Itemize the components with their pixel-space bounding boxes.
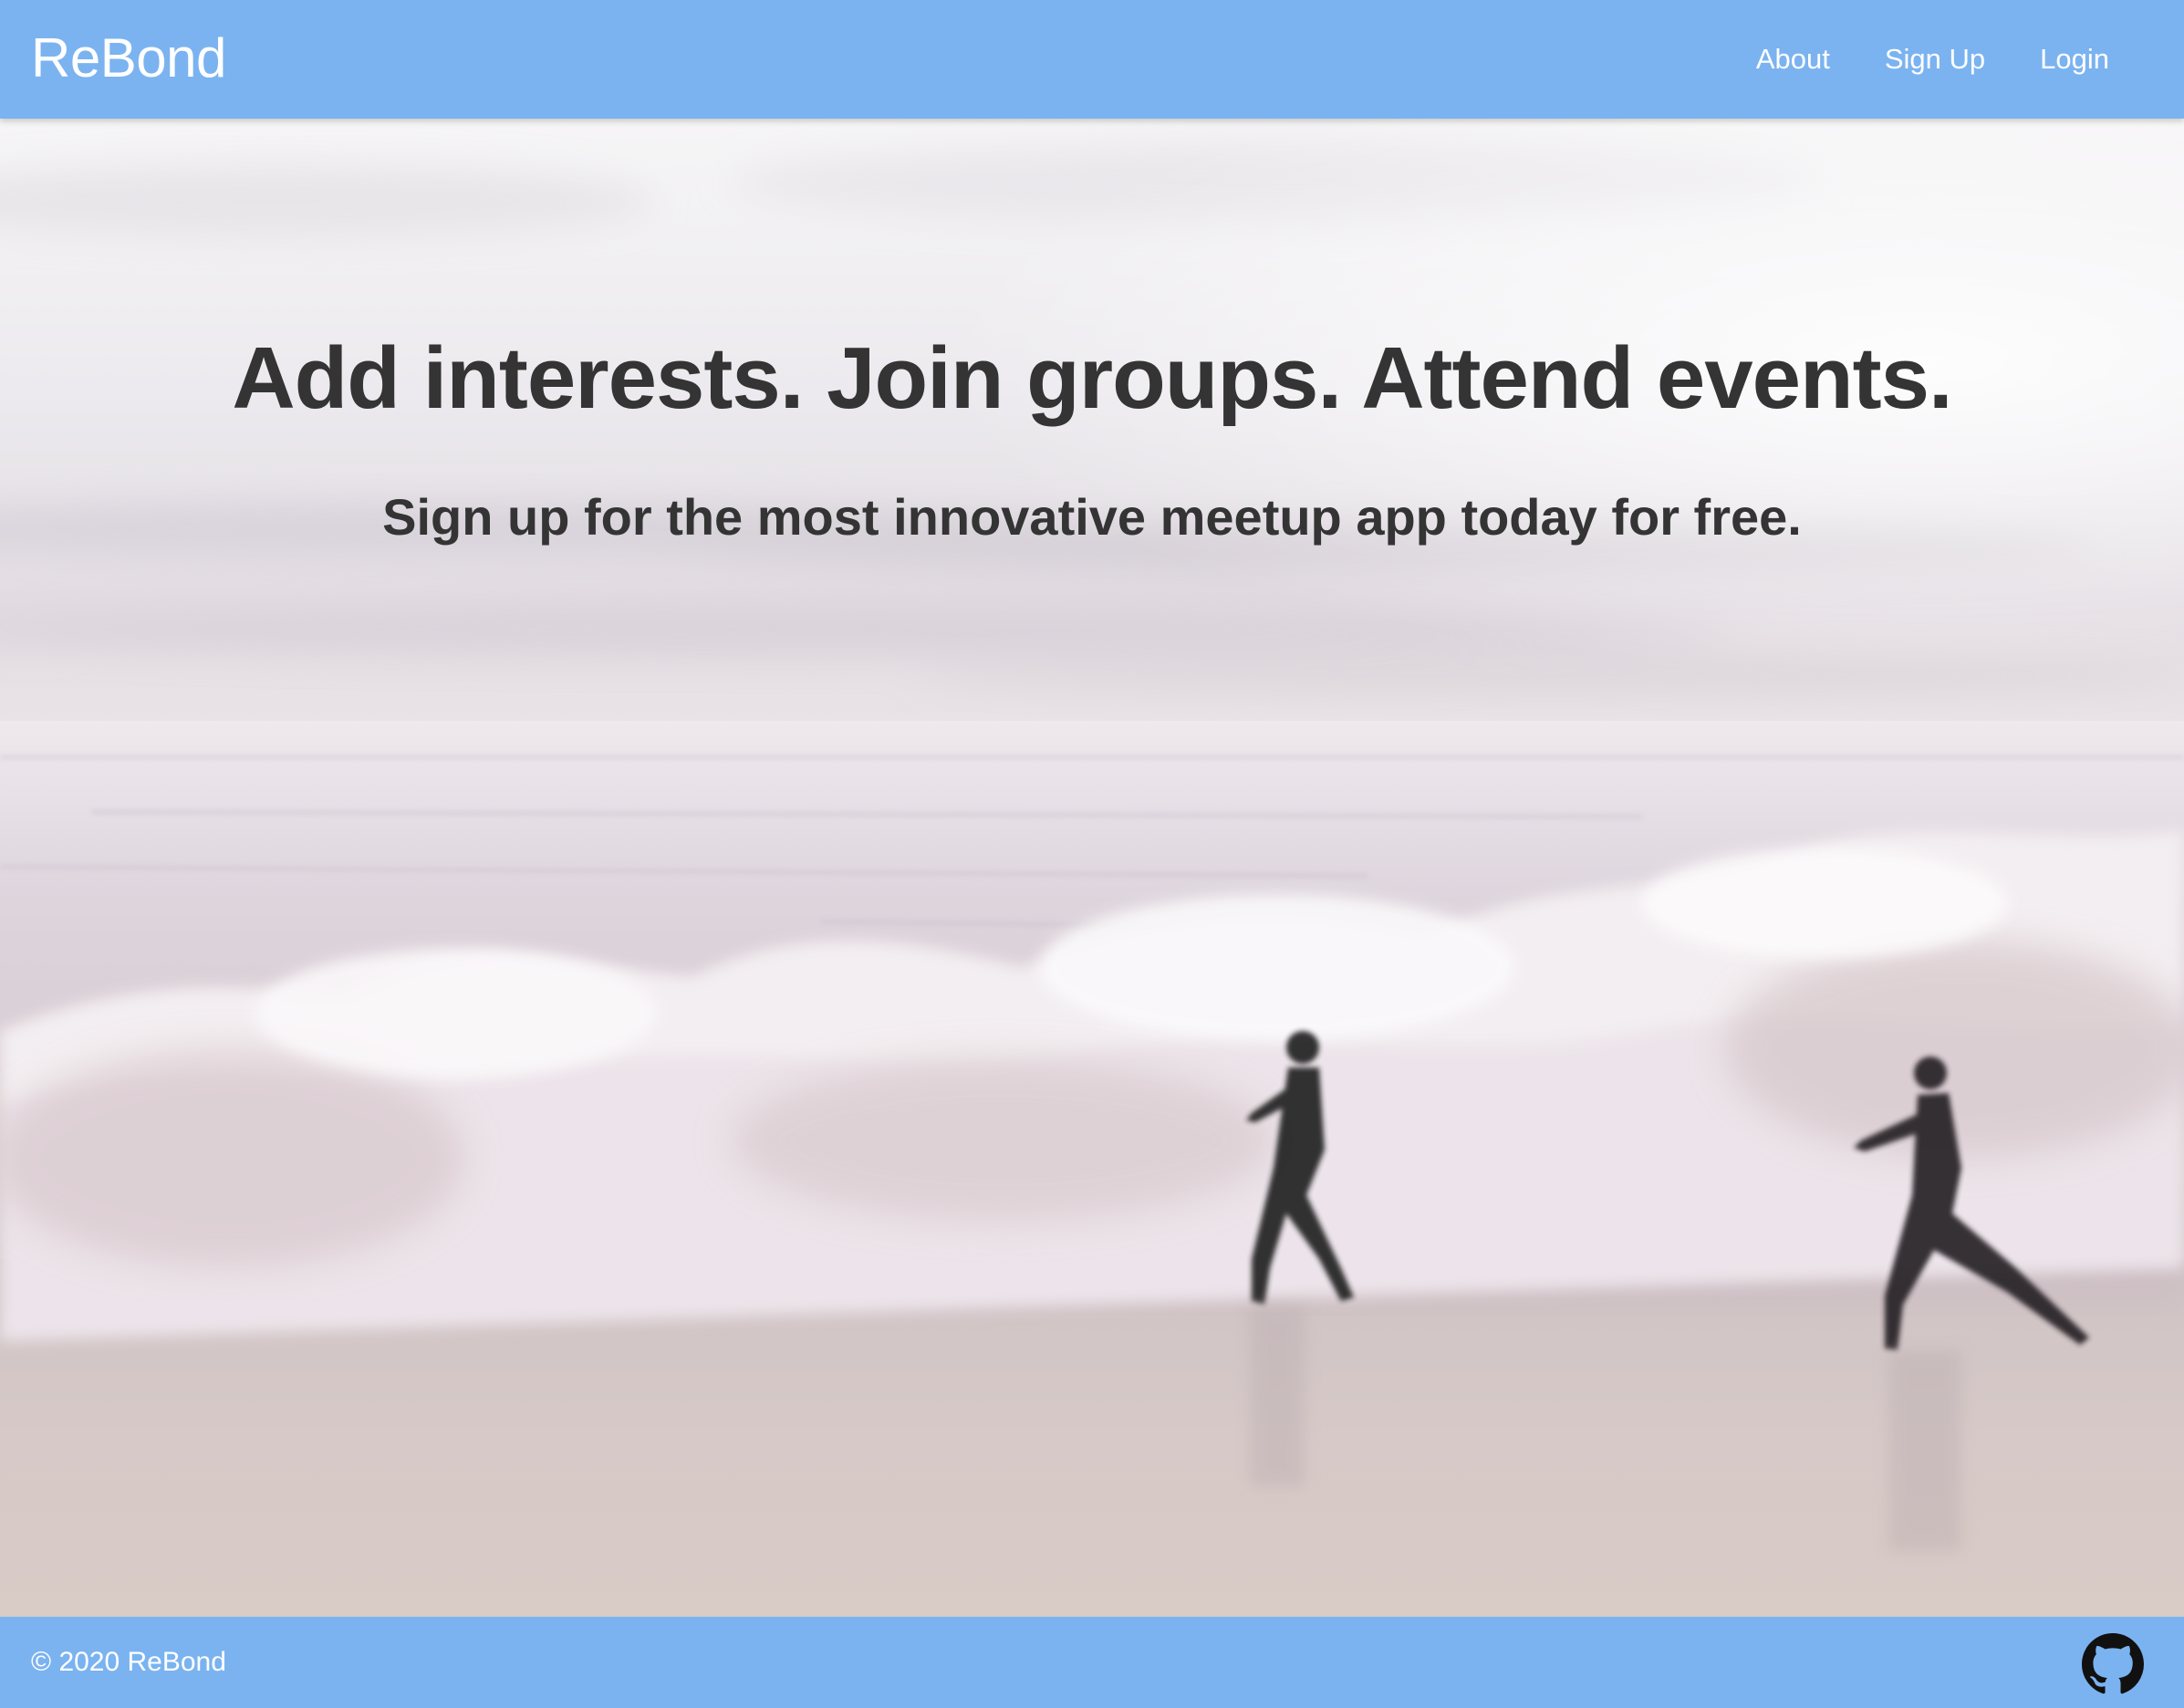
nav-links: About Sign Up Login (1756, 40, 2109, 78)
github-icon[interactable] (2082, 1633, 2144, 1695)
hero-headline: Add interests. Join groups. Attend event… (232, 329, 1952, 427)
nav-link-login[interactable]: Login (2040, 40, 2109, 78)
hero-section: Add interests. Join groups. Attend event… (0, 119, 2184, 1617)
hero-subheadline: Sign up for the most innovative meetup a… (382, 488, 1802, 546)
footer: © 2020 ReBond (0, 1617, 2184, 1708)
brand-logo-link[interactable]: ReBond (31, 26, 226, 91)
top-navbar: ReBond About Sign Up Login (0, 0, 2184, 119)
nav-link-about[interactable]: About (1756, 40, 1830, 78)
nav-link-sign-up[interactable]: Sign Up (1885, 40, 1985, 78)
footer-copyright: © 2020 ReBond (31, 1647, 226, 1677)
